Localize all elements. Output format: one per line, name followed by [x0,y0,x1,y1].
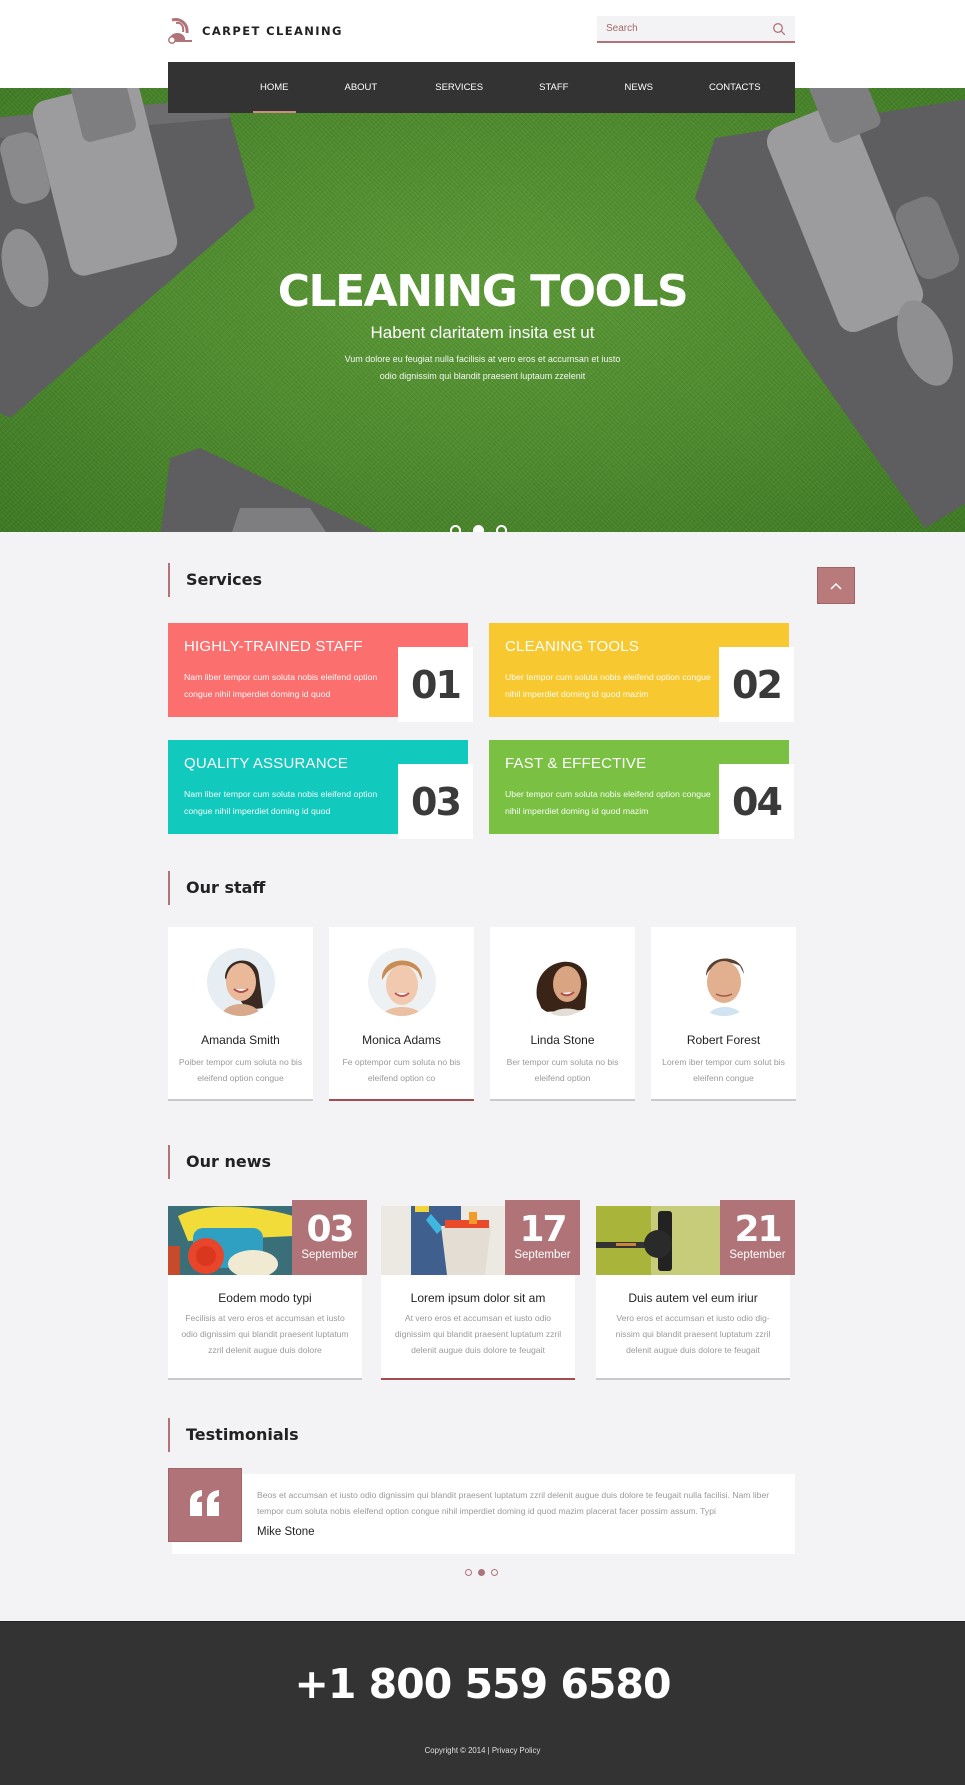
testimonial-pagination [465,1569,498,1576]
staff-name: Robert Forest [686,1033,761,1047]
hero-subtitle: Habent claritatem insita est ut [370,323,595,342]
privacy-policy-link[interactable]: Privacy Policy [492,1746,541,1755]
service-title: QUALITY ASSURANCE [184,755,349,772]
logo-text: CARPET CLEANING [202,24,343,38]
search-input[interactable] [597,23,772,34]
staff-card[interactable]: Monica Adams Fe optempor cum soluta no b… [329,927,474,1101]
separator: | [487,1746,490,1755]
testimonial-dot-2[interactable] [478,1569,485,1576]
news-title[interactable]: Lorem ipsum dolor sit am [381,1291,575,1305]
staff-card[interactable]: Robert Forest Lorem iber tempor cum solu… [651,927,796,1101]
service-card[interactable]: QUALITY ASSURANCE Nam liber tempor cum s… [168,740,473,839]
hero-slider: CLEANING TOOLS Habent claritatem insita … [0,88,965,532]
news-month: September [729,1249,786,1261]
chevron-up-icon [830,577,842,595]
news-heading: Our news [168,1145,271,1179]
news-image [596,1206,721,1275]
news-body: Duis autem vel eum iriur Vero eros et ac… [596,1275,790,1380]
testimonial-text: Beos et accumsan et iusto odio dignissim… [257,1490,770,1516]
search-icon[interactable] [772,22,786,36]
service-card[interactable]: CLEANING TOOLS Uber tempor cum soluta no… [489,623,794,722]
news-body: Eodem modo typi Fecilisis at vero eros e… [168,1275,362,1380]
news-date-badge: 03 September [292,1200,367,1275]
staff-heading: Our staff [168,871,265,905]
scroll-to-top-button[interactable] [817,567,855,604]
nav-staff[interactable]: STAFF [539,62,568,113]
news-card[interactable]: 03 September Eodem modo typi Fecilisis a… [168,1200,367,1381]
nav-contacts[interactable]: CONTACTS [709,62,761,113]
service-number: 03 [398,764,473,839]
staff-name: Monica Adams [362,1033,441,1047]
testimonials-heading: Testimonials [168,1418,299,1452]
avatar [529,948,597,1016]
staff-description: Fe optempor cum soluta no bis eleifend o… [342,1057,461,1083]
news-date-badge: 21 September [720,1200,795,1275]
news-month: September [301,1249,358,1261]
news-text: Vero eros et accumsan et iusto odio dig-… [615,1313,771,1355]
service-text: Uber tempor cum soluta nobis eleifend op… [505,789,711,816]
services-heading: Services [168,563,262,597]
avatar [690,948,758,1016]
testimonial-dot-3[interactable] [491,1569,498,1576]
news-image [381,1206,506,1275]
news-title[interactable]: Eodem modo typi [168,1291,362,1305]
service-title: FAST & EFFECTIVE [505,755,647,772]
vacuum-cleaner-icon [166,17,194,45]
staff-card[interactable]: Linda Stone Ber tempor cum soluta no bis… [490,927,635,1101]
staff-description: Poiber tempor cum soluta no bis eleifend… [178,1057,303,1083]
site-footer: +1 800 559 6580 Copyright © 2014 | Priva… [0,1621,965,1785]
avatar [207,948,275,1016]
news-title[interactable]: Duis autem vel eum iriur [596,1291,790,1305]
search-box [597,16,795,43]
service-text: Uber tempor cum soluta nobis eleifend op… [505,672,711,699]
nav-about[interactable]: ABOUT [345,62,378,113]
testimonial-dot-1[interactable] [465,1569,472,1576]
news-day: 17 [519,1209,567,1250]
news-text: At vero eros et accumsan et iusto odio d… [394,1313,562,1355]
hero-title: CLEANING TOOLS [277,266,689,317]
service-card[interactable]: HIGHLY-TRAINED STAFF Nam liber tempor cu… [168,623,473,722]
logo-link[interactable]: CARPET CLEANING [166,17,343,45]
news-month: September [514,1249,571,1261]
news-day: 03 [306,1209,354,1250]
hero-dot-1[interactable] [450,525,461,532]
copyright-text: Copyright © 2014 [424,1746,486,1755]
avatar [368,948,436,1016]
quote-icon [188,1489,222,1521]
staff-description: Lorem iber tempor cum solut bis eleifenn… [662,1057,785,1083]
staff-name: Amanda Smith [201,1033,280,1047]
testimonial-author: Mike Stone [257,1526,315,1538]
service-number: 04 [719,764,794,839]
news-image [168,1206,293,1275]
main-nav: HOME ABOUT SERVICES STAFF NEWS CONTACTS [168,62,795,113]
copyright-line: Copyright © 2014 | Privacy Policy [0,1746,965,1755]
vacuum-nozzle-image [160,448,378,532]
staff-description: Ber tempor cum soluta no bis eleifend op… [506,1057,619,1083]
hero-dot-3[interactable] [496,525,507,532]
phone-number: +1 800 559 6580 [294,1660,672,1708]
hero-pagination [450,525,507,532]
nav-home[interactable]: HOME [253,62,295,113]
hero-description: Vum dolore eu feugiat nulla facilisis at… [344,354,621,381]
service-card[interactable]: FAST & EFFECTIVE Uber tempor cum soluta … [489,740,794,839]
service-text: Nam liber tempor cum soluta nobis eleife… [184,672,378,699]
staff-name: Linda Stone [530,1033,595,1047]
vacuum-nozzle-image [0,88,255,418]
service-title: HIGHLY-TRAINED STAFF [184,638,363,655]
news-body: Lorem ipsum dolor sit am At vero eros et… [381,1275,575,1380]
service-number: 02 [719,647,794,722]
quote-badge [168,1468,242,1542]
news-day: 21 [734,1209,782,1250]
hero-dot-2[interactable] [473,525,484,532]
news-card[interactable]: 17 September Lorem ipsum dolor sit am At… [381,1200,580,1381]
nav-services[interactable]: SERVICES [435,62,483,113]
service-title: CLEANING TOOLS [505,638,639,655]
news-date-badge: 17 September [505,1200,580,1275]
staff-card[interactable]: Amanda Smith Poiber tempor cum soluta no… [168,927,313,1101]
news-card[interactable]: 21 September Duis autem vel eum iriur Ve… [596,1200,795,1381]
service-number: 01 [398,647,473,722]
service-text: Nam liber tempor cum soluta nobis eleife… [184,789,378,816]
news-text: Fecilisis at vero eros et accumsan et iu… [181,1313,349,1355]
nav-news[interactable]: NEWS [625,62,654,113]
